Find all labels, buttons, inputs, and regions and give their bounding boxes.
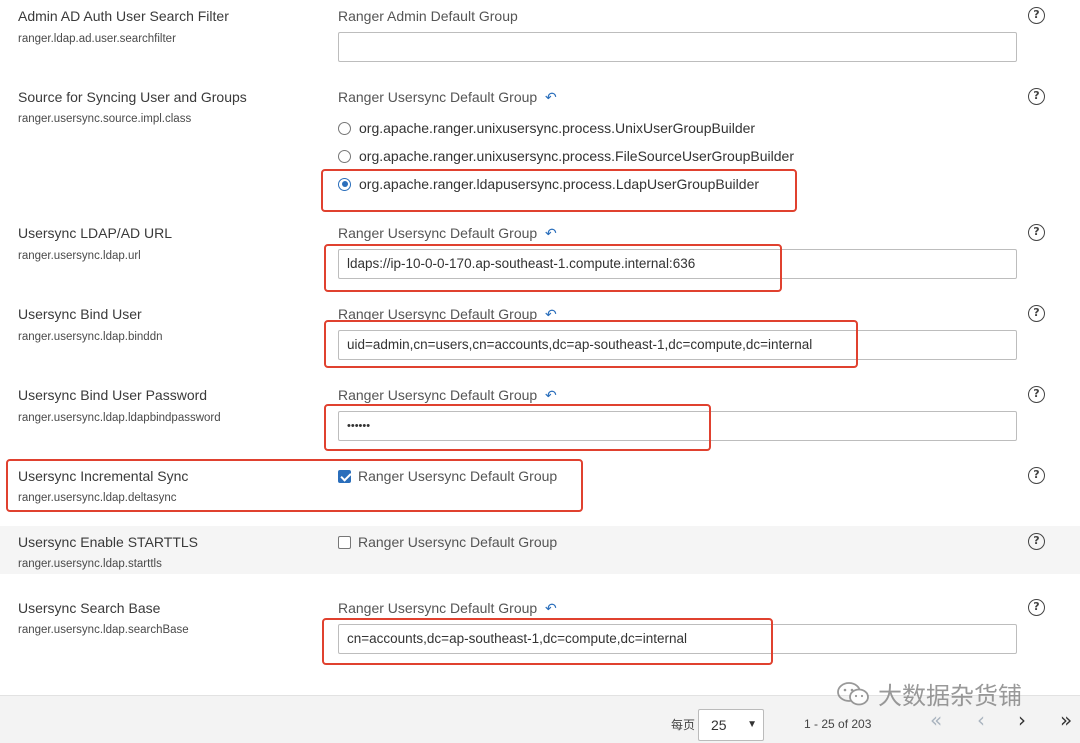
radio-label: org.apache.ranger.ldapusersync.process.L… (359, 176, 760, 192)
question-circle-icon[interactable]: ? (1028, 599, 1045, 616)
radio-button[interactable] (338, 149, 351, 163)
property-key: ranger.usersync.ldap.url (18, 250, 141, 262)
checkbox-unchecked[interactable] (338, 535, 351, 549)
property-key: ranger.usersync.ldap.starttls (18, 558, 162, 570)
ldap-url-input[interactable]: ldaps://ip-10-0-0-170.ap-southeast-1.com… (338, 249, 1017, 279)
property-key: ranger.usersync.ldap.ldapbindpassword (18, 412, 221, 424)
question-circle-icon[interactable]: ? (1028, 386, 1045, 403)
property-key: ranger.ldap.ad.user.searchfilter (18, 33, 176, 45)
radio-option-unix[interactable]: org.apache.ranger.unixusersync.process.U… (338, 120, 755, 136)
per-page-value: 25 (711, 717, 727, 733)
searchfilter-input[interactable] (338, 32, 1017, 62)
config-group-label: Ranger Usersync Default Group (338, 306, 538, 322)
watermark: 大数据杂货铺 (836, 676, 1022, 711)
question-circle-icon[interactable]: ? (1028, 224, 1045, 241)
radio-button-selected[interactable] (338, 177, 351, 191)
per-page-label: 每页 (671, 718, 696, 732)
undo-arrow-icon[interactable]: ↶ (545, 90, 559, 104)
watermark-text: 大数据杂货铺 (878, 682, 1022, 710)
undo-arrow-icon[interactable]: ↶ (545, 601, 559, 615)
property-key: ranger.usersync.ldap.binddn (18, 331, 163, 343)
config-row-ad-user-searchfilter: Admin AD Auth User Search Filter ranger.… (0, 0, 1080, 80)
property-title: Usersync Enable STARTTLS (18, 534, 198, 550)
config-row-binddn: Usersync Bind User ranger.usersync.ldap.… (0, 296, 1080, 376)
config-row-starttls: Usersync Enable STARTTLS ranger.usersync… (0, 526, 1080, 574)
property-title: Usersync Search Base (18, 600, 161, 616)
page-range-text: 1 - 25 of 203 (804, 717, 872, 731)
question-circle-icon[interactable]: ? (1028, 533, 1045, 550)
checkbox-label: Ranger Usersync Default Group (358, 468, 558, 484)
searchbase-input[interactable]: cn=accounts,dc=ap-southeast-1,dc=compute… (338, 624, 1017, 654)
radio-option-ldap[interactable]: org.apache.ranger.ldapusersync.process.L… (338, 176, 759, 192)
undo-arrow-icon[interactable]: ↶ (545, 226, 559, 240)
config-group-label: Ranger Usersync Default Group (338, 89, 538, 105)
config-row-bindpassword: Usersync Bind User Password ranger.users… (0, 377, 1080, 457)
first-page-button[interactable]: « (930, 710, 942, 730)
config-row-ldap-url: Usersync LDAP/AD URL ranger.usersync.lda… (0, 215, 1080, 295)
last-page-button[interactable]: » (1060, 710, 1072, 730)
chevron-down-icon: ▼ (747, 719, 757, 730)
config-row-searchbase: Usersync Search Base ranger.usersync.lda… (0, 590, 1080, 670)
per-page-select[interactable]: 25 ▼ (698, 709, 764, 741)
question-circle-icon[interactable]: ? (1028, 88, 1045, 105)
config-group-label: Ranger Admin Default Group (338, 8, 518, 24)
checkbox-label: Ranger Usersync Default Group (358, 534, 558, 550)
deltasync-checkbox[interactable]: Ranger Usersync Default Group (338, 468, 557, 484)
config-group-label: Ranger Usersync Default Group (338, 600, 538, 616)
radio-option-filesource[interactable]: org.apache.ranger.unixusersync.process.F… (338, 148, 794, 164)
question-circle-icon[interactable]: ? (1028, 305, 1045, 322)
config-group-label: Ranger Usersync Default Group (338, 225, 538, 241)
radio-button[interactable] (338, 121, 351, 135)
property-title: Source for Syncing User and Groups (18, 89, 247, 105)
prev-page-button[interactable]: ‹ (977, 710, 985, 730)
starttls-checkbox[interactable]: Ranger Usersync Default Group (338, 534, 557, 550)
question-circle-icon[interactable]: ? (1028, 7, 1045, 24)
bindpassword-input[interactable]: •••••• (338, 411, 1017, 441)
undo-arrow-icon[interactable]: ↶ (545, 388, 559, 402)
radio-label: org.apache.ranger.unixusersync.process.F… (359, 148, 794, 164)
property-title: Usersync Incremental Sync (18, 468, 189, 484)
next-page-button[interactable]: › (1018, 710, 1026, 730)
property-key: ranger.usersync.ldap.searchBase (18, 624, 189, 636)
wechat-icon (837, 681, 869, 705)
config-row-source-impl-class: Source for Syncing User and Groups range… (0, 80, 1080, 215)
config-row-deltasync: Usersync Incremental Sync ranger.usersyn… (0, 458, 1080, 524)
property-key: ranger.usersync.source.impl.class (18, 113, 192, 125)
property-title: Admin AD Auth User Search Filter (18, 8, 229, 24)
property-key: ranger.usersync.ldap.deltasync (18, 492, 177, 504)
property-title: Usersync LDAP/AD URL (18, 225, 173, 241)
undo-arrow-icon[interactable]: ↶ (545, 307, 559, 321)
question-circle-icon[interactable]: ? (1028, 467, 1045, 484)
property-title: Usersync Bind User (18, 306, 142, 322)
property-title: Usersync Bind User Password (18, 387, 208, 403)
radio-label: org.apache.ranger.unixusersync.process.U… (359, 120, 756, 136)
binddn-input[interactable]: uid=admin,cn=users,cn=accounts,dc=ap-sou… (338, 330, 1017, 360)
config-group-label: Ranger Usersync Default Group (338, 387, 538, 403)
checkbox-checked[interactable] (338, 469, 351, 483)
